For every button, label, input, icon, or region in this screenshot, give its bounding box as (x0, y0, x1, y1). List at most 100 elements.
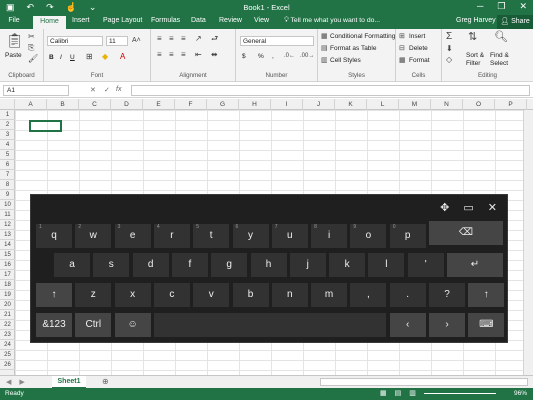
key-w[interactable]: w2 (75, 224, 112, 248)
key-j[interactable]: j (289, 253, 326, 277)
format-painter-icon[interactable]: 🖌︎ (28, 55, 38, 63)
key-c[interactable]: c (153, 283, 190, 307)
key-apostrophe[interactable]: ' (407, 253, 444, 277)
number-format-combo[interactable]: General (240, 36, 314, 46)
row-header[interactable]: 15 (0, 250, 15, 260)
borders-icon[interactable]: ⊞ (86, 53, 93, 61)
autosum-icon[interactable]: Σ (446, 32, 452, 42)
row-header[interactable]: 12 (0, 220, 15, 230)
key-g[interactable]: g (211, 253, 248, 277)
key-d[interactable]: d (132, 253, 169, 277)
key-h[interactable]: h (250, 253, 287, 277)
percent-button[interactable]: % (258, 53, 264, 60)
paste-icon[interactable]: 📋︎ (6, 33, 24, 47)
key-comma[interactable]: , (350, 283, 387, 307)
sort-filter-label-2[interactable]: Filter (466, 60, 480, 67)
insert-function-icon[interactable]: fx (116, 86, 121, 93)
tab-review[interactable]: Review (219, 17, 242, 24)
italic-button[interactable]: I (60, 54, 62, 61)
column-header[interactable]: H (239, 99, 271, 110)
confirm-entry-icon[interactable]: ✓ (104, 86, 110, 94)
row-header[interactable]: 6 (0, 160, 15, 170)
key-l[interactable]: l (368, 253, 405, 277)
row-header[interactable]: 3 (0, 130, 15, 140)
merge-center-icon[interactable]: ⬌ (211, 51, 218, 59)
fill-icon[interactable]: ⬇ (446, 45, 453, 53)
cut-icon[interactable]: ✂ (28, 33, 35, 41)
column-header[interactable]: N (431, 99, 463, 110)
row-header[interactable]: 20 (0, 300, 15, 310)
orientation-icon[interactable]: ↗ (195, 35, 202, 43)
column-header[interactable]: G (207, 99, 239, 110)
tab-insert[interactable]: Insert (72, 17, 90, 24)
key-o[interactable]: o9 (350, 224, 387, 248)
underline-button[interactable]: U (70, 54, 75, 61)
align-center-icon[interactable]: ≡ (169, 51, 174, 59)
active-cell[interactable] (29, 120, 62, 132)
key-f[interactable]: f (171, 253, 208, 277)
tab-formulas[interactable]: Formulas (151, 17, 180, 24)
row-header[interactable]: 13 (0, 230, 15, 240)
row-header[interactable]: 4 (0, 140, 15, 150)
insert-cells-button[interactable]: Insert (409, 33, 425, 40)
column-header[interactable]: J (303, 99, 335, 110)
wrap-text-icon[interactable]: ⮐ (211, 35, 218, 43)
left-arrow-key[interactable]: ‹ (389, 313, 426, 337)
minimize-button[interactable]: ─ (477, 1, 483, 12)
column-header[interactable]: E (143, 99, 175, 110)
column-header[interactable]: D (111, 99, 143, 110)
key-m[interactable]: m (311, 283, 348, 307)
row-header[interactable]: 24 (0, 340, 15, 350)
symbols-key[interactable]: &123 (36, 313, 72, 337)
align-right-icon[interactable]: ≡ (181, 51, 186, 59)
increase-decimal-icon[interactable]: .0← (284, 53, 295, 59)
row-header[interactable]: 18 (0, 280, 15, 290)
column-header[interactable]: B (47, 99, 79, 110)
column-header[interactable]: I (271, 99, 303, 110)
sort-filter-label-1[interactable]: Sort & (466, 52, 484, 59)
key-n[interactable]: n (271, 283, 308, 307)
column-header[interactable]: F (175, 99, 207, 110)
shift-left-key[interactable]: ↑ (36, 283, 72, 307)
grow-font-icon[interactable]: A˄ (132, 37, 141, 44)
enter-key[interactable]: ↵ (447, 253, 503, 277)
tab-file[interactable]: File (0, 15, 28, 29)
zoom-slider[interactable] (424, 393, 496, 394)
backspace-key[interactable]: ⌫ (429, 221, 503, 245)
delete-cells-button[interactable]: Delete (409, 45, 428, 52)
key-u[interactable]: u7 (271, 224, 308, 248)
select-all-corner[interactable] (0, 99, 15, 110)
horizontal-scrollbar[interactable] (320, 378, 528, 386)
key-x[interactable]: x (114, 283, 151, 307)
column-header[interactable]: A (15, 99, 47, 110)
bold-button[interactable]: B (49, 54, 54, 61)
row-header[interactable]: 23 (0, 330, 15, 340)
font-name-combo[interactable]: Calibri (47, 36, 103, 46)
page-layout-view-icon[interactable]: ▤ (395, 389, 402, 397)
add-sheet-icon[interactable]: ⊕ (102, 377, 109, 386)
conditional-formatting-button[interactable]: Conditional Formatting (330, 33, 395, 40)
comma-button[interactable]: , (272, 53, 274, 60)
keyboard-menu-key[interactable]: ⌨ (468, 313, 505, 337)
format-cells-button[interactable]: Format (409, 57, 430, 64)
column-header[interactable]: L (367, 99, 399, 110)
column-header[interactable]: K (335, 99, 367, 110)
find-select-label-2[interactable]: Select (490, 60, 508, 67)
key-a[interactable]: a (54, 253, 90, 277)
key-i[interactable]: i8 (311, 224, 348, 248)
page-break-view-icon[interactable]: ▥ (409, 389, 416, 397)
column-header[interactable]: O (463, 99, 495, 110)
row-header[interactable]: 8 (0, 180, 15, 190)
row-header[interactable]: 5 (0, 150, 15, 160)
currency-button[interactable]: $ (242, 53, 246, 60)
restore-button[interactable]: ❐ (497, 1, 505, 12)
zoom-level[interactable]: 96% (514, 390, 527, 397)
key-z[interactable]: z (75, 283, 112, 307)
fill-color-icon[interactable]: ◆ (102, 53, 108, 61)
key-t[interactable]: t5 (193, 224, 230, 248)
close-keyboard-icon[interactable]: ✕ (488, 201, 497, 214)
align-left-icon[interactable]: ≡ (157, 51, 162, 59)
key-v[interactable]: v (193, 283, 230, 307)
row-header[interactable]: 25 (0, 350, 15, 360)
column-header[interactable]: C (79, 99, 111, 110)
